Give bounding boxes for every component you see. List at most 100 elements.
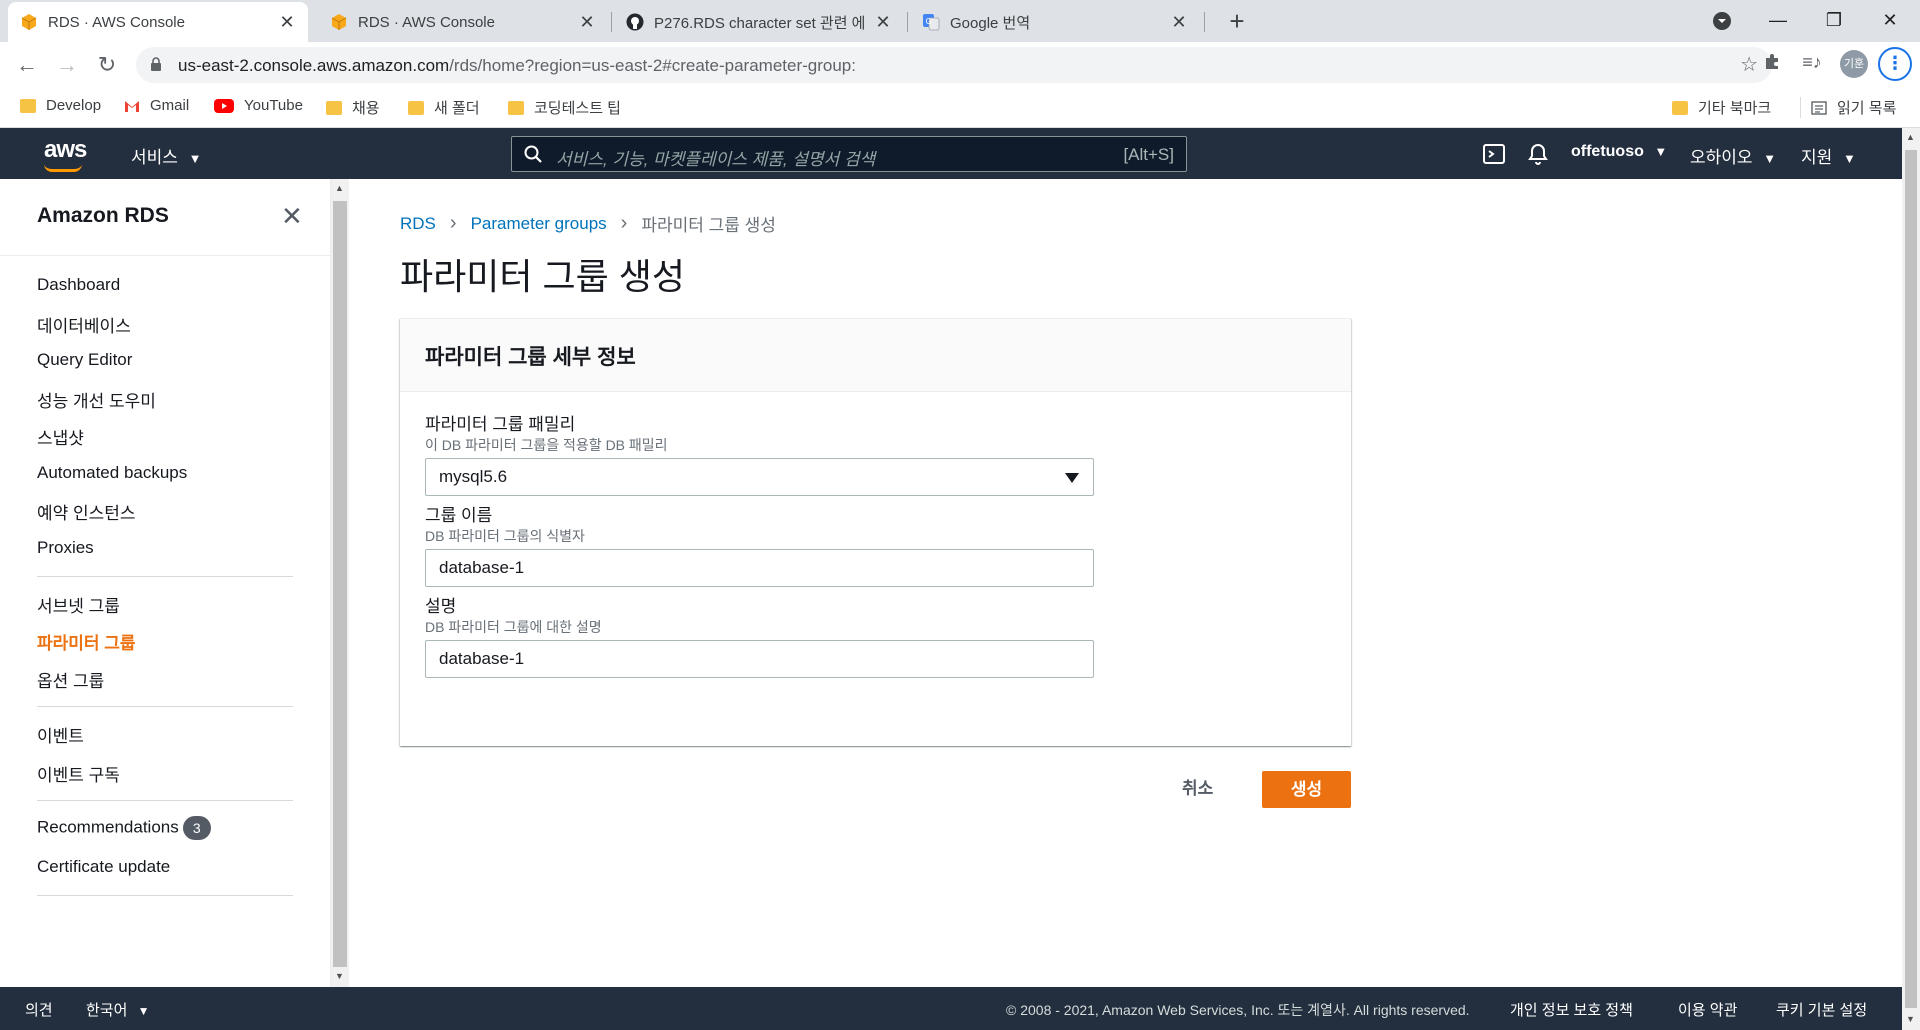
cancel-button[interactable]: 취소 bbox=[1182, 774, 1213, 799]
minimize-icon[interactable]: — bbox=[1758, 4, 1798, 36]
browser-tab-translate[interactable]: G Google 번역 ✕ bbox=[910, 2, 1200, 42]
sidebar-item-certificate-update[interactable]: Certificate update bbox=[37, 857, 170, 877]
tab-search-icon[interactable] bbox=[1702, 4, 1742, 36]
cloudshell-icon[interactable] bbox=[1482, 142, 1506, 166]
search-icon bbox=[524, 145, 542, 163]
parameter-group-details-panel: 파라미터 그룹 세부 정보 파라미터 그룹 패밀리 이 DB 파라미터 그룹을 … bbox=[400, 318, 1351, 746]
caret-down-icon: ▼ bbox=[188, 151, 202, 166]
sidebar-item-snapshots[interactable]: 스냅샷 bbox=[37, 424, 84, 449]
divider bbox=[37, 895, 293, 896]
breadcrumb-parameter-groups[interactable]: Parameter groups bbox=[471, 214, 607, 234]
bookmark-jobs[interactable]: 채용 bbox=[326, 97, 380, 118]
aws-search-input[interactable]: 서비스, 기능, 마켓플레이스 제품, 설명서 검색 [Alt+S] bbox=[511, 136, 1187, 172]
group-name-label: 그룹 이름 bbox=[425, 506, 493, 525]
bookmark-label: 코딩테스트 팁 bbox=[534, 100, 621, 117]
bookmark-label: 기타 북마크 bbox=[1698, 100, 1772, 117]
region-menu[interactable]: 오하이오 ▼ bbox=[1690, 143, 1776, 168]
bookmark-star-icon[interactable]: ☆ bbox=[1740, 52, 1758, 77]
bookmark-new-folder[interactable]: 새 폴더 bbox=[408, 97, 480, 118]
forward-icon[interactable]: → bbox=[52, 50, 82, 80]
browser-tab-rds-active[interactable]: RDS · AWS Console ✕ bbox=[8, 2, 308, 42]
tab-title: Google 번역 bbox=[950, 14, 1031, 32]
sidebar-item-option-groups[interactable]: 옵션 그룹 bbox=[37, 667, 104, 692]
close-icon[interactable]: ✕ bbox=[281, 201, 303, 232]
close-icon[interactable]: ✕ bbox=[278, 12, 296, 33]
create-button[interactable]: 생성 bbox=[1262, 771, 1351, 808]
browser-tab-rds[interactable]: RDS · AWS Console ✕ bbox=[318, 2, 608, 42]
chevron-right-icon: › bbox=[620, 212, 628, 234]
sidebar-item-parameter-groups[interactable]: 파라미터 그룹 bbox=[37, 629, 136, 654]
close-icon[interactable]: ✕ bbox=[578, 12, 596, 33]
svg-text:G: G bbox=[926, 17, 932, 26]
sidebar-item-subnet-groups[interactable]: 서브넷 그룹 bbox=[37, 592, 120, 617]
tab-separator bbox=[1204, 12, 1205, 32]
tab-title: RDS · AWS Console bbox=[48, 13, 185, 31]
bookmark-other[interactable]: 기타 북마크 bbox=[1672, 97, 1771, 118]
divider bbox=[37, 800, 293, 801]
scroll-up-icon[interactable]: ▲ bbox=[335, 183, 344, 193]
bookmark-develop[interactable]: Develop bbox=[20, 97, 101, 114]
sidebar-title: Amazon RDS bbox=[37, 204, 169, 227]
description-value: database-1 bbox=[439, 649, 525, 668]
scroll-down-icon[interactable]: ▼ bbox=[1906, 1014, 1915, 1024]
address-bar[interactable]: us-east-2.console.aws.amazon.com/rds/hom… bbox=[136, 47, 1772, 83]
family-select[interactable]: mysql5.6 bbox=[425, 458, 1094, 496]
browser-menu-icon[interactable]: ⋮ bbox=[1878, 47, 1912, 81]
browser-toolbar: ← → ↻ us-east-2.console.aws.amazon.com/r… bbox=[0, 42, 1920, 88]
caret-down-icon: ▼ bbox=[1763, 151, 1777, 166]
sidebar-item-event-subscriptions[interactable]: 이벤트 구독 bbox=[37, 761, 120, 786]
sidebar-item-automated-backups[interactable]: Automated backups bbox=[37, 463, 187, 483]
scroll-up-icon[interactable]: ▲ bbox=[1906, 132, 1915, 142]
account-menu[interactable]: offetuoso ▼ bbox=[1571, 143, 1667, 161]
panel-title: 파라미터 그룹 세부 정보 bbox=[425, 346, 636, 369]
privacy-policy-link[interactable]: 개인 정보 보호 정책 bbox=[1510, 999, 1633, 1020]
browser-tab-github[interactable]: P276.RDS character set 관련 에 ✕ bbox=[614, 2, 904, 42]
search-placeholder: 서비스, 기능, 마켓플레이스 제품, 설명서 검색 bbox=[556, 150, 876, 169]
close-icon[interactable]: ✕ bbox=[1170, 12, 1188, 33]
extensions-icon[interactable] bbox=[1758, 52, 1786, 75]
scroll-down-icon[interactable]: ▼ bbox=[335, 971, 344, 981]
sidebar-item-label: Recommendations bbox=[37, 817, 179, 837]
tab-separator bbox=[907, 12, 908, 32]
bookmark-coding-test[interactable]: 코딩테스트 팁 bbox=[508, 97, 621, 118]
sidebar-item-performance-insights[interactable]: 성능 개선 도우미 bbox=[37, 387, 156, 412]
group-name-input[interactable]: database-1 bbox=[425, 549, 1094, 587]
close-icon[interactable]: ✕ bbox=[874, 12, 892, 33]
back-icon[interactable]: ← bbox=[12, 50, 42, 80]
sidebar-item-dashboard[interactable]: Dashboard bbox=[37, 275, 120, 295]
scrollbar-thumb[interactable] bbox=[333, 201, 347, 967]
sidebar-item-query-editor[interactable]: Query Editor bbox=[37, 350, 132, 370]
sidebar-scrollbar[interactable]: ▲ ▼ bbox=[331, 179, 349, 987]
gmail-icon bbox=[124, 99, 140, 113]
support-menu[interactable]: 지원 ▼ bbox=[1801, 143, 1856, 168]
bookmark-gmail[interactable]: Gmail bbox=[124, 97, 189, 114]
media-control-icon[interactable]: ≡♪ bbox=[1798, 52, 1826, 73]
folder-icon bbox=[326, 100, 342, 115]
notifications-bell-icon[interactable] bbox=[1526, 142, 1550, 166]
aws-logo[interactable]: aws bbox=[44, 136, 87, 172]
sidebar-item-proxies[interactable]: Proxies bbox=[37, 538, 94, 558]
scrollbar-thumb[interactable] bbox=[1905, 150, 1917, 1008]
url-path: /rds/home?region=us-east-2#create-parame… bbox=[449, 56, 856, 75]
bookmark-youtube[interactable]: YouTube bbox=[214, 97, 303, 114]
services-menu[interactable]: 서비스 ▼ bbox=[131, 143, 202, 168]
reading-list[interactable]: 읽기 목록 bbox=[1800, 97, 1896, 118]
breadcrumb-rds[interactable]: RDS bbox=[400, 214, 436, 234]
cookie-preferences-link[interactable]: 쿠키 기본 설정 bbox=[1776, 999, 1867, 1020]
browser-tab-strip: RDS · AWS Console ✕ RDS · AWS Console ✕ … bbox=[0, 0, 1920, 42]
sidebar-item-events[interactable]: 이벤트 bbox=[37, 722, 84, 747]
restore-icon[interactable]: ❐ bbox=[1814, 4, 1854, 36]
terms-link[interactable]: 이용 약관 bbox=[1678, 999, 1737, 1020]
description-input[interactable]: database-1 bbox=[425, 640, 1094, 678]
language-selector[interactable]: 한국어 ▼ bbox=[86, 999, 149, 1020]
folder-icon bbox=[508, 100, 524, 115]
profile-avatar[interactable]: 기훈 bbox=[1840, 50, 1868, 78]
reload-icon[interactable]: ↻ bbox=[92, 50, 122, 80]
new-tab-button[interactable]: + bbox=[1222, 6, 1252, 37]
window-close-icon[interactable]: ✕ bbox=[1870, 4, 1910, 36]
sidebar-item-databases[interactable]: 데이터베이스 bbox=[37, 312, 131, 337]
feedback-link[interactable]: 의견 bbox=[25, 999, 53, 1020]
sidebar-item-reserved-instances[interactable]: 예약 인스턴스 bbox=[37, 499, 136, 524]
sidebar-item-recommendations[interactable]: Recommendations 3 bbox=[37, 816, 211, 840]
page-scrollbar[interactable]: ▲ ▼ bbox=[1902, 128, 1920, 1030]
